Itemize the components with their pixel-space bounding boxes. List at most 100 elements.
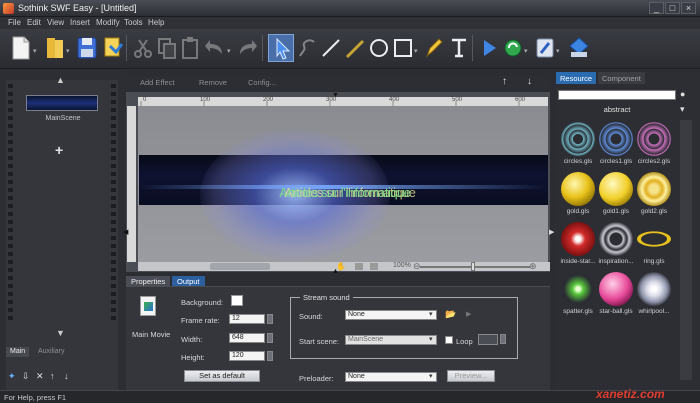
start-scene-select[interactable]: MainScene bbox=[345, 335, 437, 345]
sound-dropdown-icon[interactable]: ▾ bbox=[429, 310, 433, 318]
close-button[interactable]: × bbox=[681, 2, 696, 14]
height-input[interactable]: 120 bbox=[229, 351, 265, 361]
loop-checkbox[interactable] bbox=[445, 336, 453, 344]
refresh-icon[interactable] bbox=[500, 34, 526, 62]
config-effect-button[interactable]: Config... bbox=[248, 78, 276, 87]
preloader-dropdown-icon[interactable]: ▾ bbox=[429, 372, 433, 380]
resource-scrollbar[interactable] bbox=[680, 120, 692, 380]
pencil-line-icon[interactable] bbox=[342, 34, 368, 62]
effect-move-down-icon[interactable]: ↓ bbox=[527, 76, 532, 87]
sound-select[interactable]: None bbox=[345, 310, 437, 320]
copy-icon[interactable] bbox=[154, 34, 180, 62]
stage-top-arrow-icon[interactable]: ▼ bbox=[332, 92, 339, 99]
select-arrow-icon[interactable] bbox=[268, 34, 294, 62]
tab-main[interactable]: Main bbox=[6, 347, 30, 357]
save-icon[interactable] bbox=[74, 34, 100, 62]
refresh-dropdown-icon[interactable]: ▾ bbox=[524, 47, 528, 55]
menu-view[interactable]: View bbox=[47, 18, 64, 27]
pen-icon[interactable] bbox=[420, 34, 446, 62]
start-scene-dropdown-icon[interactable]: ▾ bbox=[429, 335, 433, 343]
loop-count-stepper[interactable] bbox=[500, 334, 506, 344]
resource-item-spatter[interactable]: spatter.gls bbox=[558, 272, 598, 320]
scene-scroll-down-icon[interactable]: ▼ bbox=[56, 328, 65, 338]
resource-item-inspiration[interactable]: inspiration... bbox=[596, 222, 636, 270]
zoom-out-icon[interactable]: ⊖ bbox=[413, 261, 421, 272]
resource-item-ring[interactable]: ring.gls bbox=[634, 222, 674, 270]
remove-effect-button[interactable]: Remove bbox=[199, 78, 227, 87]
frame-rate-stepper[interactable] bbox=[267, 314, 273, 324]
tab-auxiliary[interactable]: Auxiliary bbox=[34, 347, 68, 357]
publish-icon[interactable] bbox=[100, 34, 126, 62]
menu-edit[interactable]: Edit bbox=[27, 18, 41, 27]
import-icon[interactable]: ⇩ bbox=[22, 371, 30, 382]
resource-category[interactable]: abstract bbox=[558, 105, 676, 115]
tab-component[interactable]: Component bbox=[598, 72, 645, 84]
resource-search-input[interactable] bbox=[558, 90, 676, 100]
resource-item-gold[interactable]: gold.gls bbox=[558, 172, 598, 220]
resource-item-circles2[interactable]: circles2.gls bbox=[634, 122, 674, 170]
wizard-icon[interactable] bbox=[532, 34, 558, 62]
ellipse-icon[interactable] bbox=[366, 34, 392, 62]
move-down-icon[interactable]: ↓ bbox=[64, 371, 69, 381]
open-dropdown-icon[interactable]: ▾ bbox=[66, 47, 70, 55]
minimize-button[interactable]: _ bbox=[649, 2, 664, 14]
resource-item-circles[interactable]: circles.gls bbox=[558, 122, 598, 170]
rectangle-icon[interactable] bbox=[390, 34, 416, 62]
redo-icon[interactable] bbox=[234, 34, 260, 62]
actual-size-icon[interactable] bbox=[370, 263, 378, 270]
height-stepper[interactable] bbox=[267, 351, 273, 361]
scene-scroll-up-icon[interactable]: ▲ bbox=[56, 75, 65, 85]
search-go-icon[interactable]: ● bbox=[680, 89, 685, 99]
cut-icon[interactable] bbox=[130, 34, 156, 62]
menu-insert[interactable]: Insert bbox=[70, 18, 90, 27]
zoom-slider-handle[interactable] bbox=[471, 262, 475, 271]
category-dropdown-icon[interactable]: ▾ bbox=[680, 104, 685, 115]
new-file-icon[interactable] bbox=[8, 34, 34, 62]
menu-modify[interactable]: Modify bbox=[96, 18, 120, 27]
resource-item-circles1[interactable]: circles1.gls bbox=[596, 122, 636, 170]
resource-item-star-ball[interactable]: star-ball.gls bbox=[596, 272, 636, 320]
text-icon[interactable] bbox=[446, 34, 472, 62]
export-icon[interactable] bbox=[566, 34, 592, 62]
undo-icon[interactable] bbox=[202, 34, 228, 62]
resource-item-gold2[interactable]: gold2.gls bbox=[634, 172, 674, 220]
open-file-icon[interactable] bbox=[42, 34, 68, 62]
scene-thumbnail[interactable] bbox=[26, 95, 98, 111]
preview-button[interactable]: Preview... bbox=[447, 370, 495, 382]
add-effect-button[interactable]: Add Effect bbox=[140, 78, 174, 87]
line-icon[interactable] bbox=[318, 34, 344, 62]
move-up-icon[interactable]: ↑ bbox=[50, 371, 55, 381]
movie-text[interactable]: Articles sur l'informatique bbox=[240, 186, 450, 200]
background-color-swatch[interactable] bbox=[231, 295, 243, 306]
stage-bottom-arrow-icon[interactable]: ▲ bbox=[332, 268, 339, 275]
tab-resource[interactable]: Resource bbox=[556, 72, 597, 84]
frame-rate-input[interactable]: 12 bbox=[229, 314, 265, 324]
delete-icon[interactable]: ✕ bbox=[36, 371, 44, 382]
zoom-in-icon[interactable]: ⊕ bbox=[529, 261, 537, 272]
menu-tools[interactable]: Tools bbox=[124, 18, 143, 27]
resource-item-whirlpool[interactable]: whirlpool... bbox=[634, 272, 674, 320]
add-scene-icon[interactable]: + bbox=[55, 142, 63, 158]
width-input[interactable]: 648 bbox=[229, 333, 265, 343]
play-icon[interactable] bbox=[476, 34, 502, 62]
scrollbar-thumb[interactable] bbox=[210, 263, 270, 270]
undo-dropdown-icon[interactable]: ▾ bbox=[227, 47, 231, 55]
wizard-dropdown-icon[interactable]: ▾ bbox=[556, 47, 560, 55]
play-sound-icon[interactable]: ▶ bbox=[466, 310, 471, 318]
stage-left-arrow-icon[interactable]: ◀ bbox=[123, 228, 128, 236]
maximize-button[interactable]: □ bbox=[665, 2, 680, 14]
menu-file[interactable]: File bbox=[8, 18, 21, 27]
new-dropdown-icon[interactable]: ▾ bbox=[33, 47, 37, 55]
menu-help[interactable]: Help bbox=[148, 18, 164, 27]
resource-item-gold1[interactable]: gold1.gls bbox=[596, 172, 636, 220]
rectangle-dropdown-icon[interactable]: ▾ bbox=[414, 47, 418, 55]
tab-output[interactable]: Output bbox=[172, 276, 205, 286]
lasso-icon[interactable] bbox=[294, 34, 320, 62]
fit-view-icon[interactable] bbox=[355, 263, 363, 270]
tab-properties[interactable]: Properties bbox=[126, 276, 171, 286]
loop-count-input[interactable] bbox=[478, 334, 498, 345]
set-default-button[interactable]: Set as default bbox=[184, 370, 260, 382]
resource-item-inside-star[interactable]: inside-star... bbox=[558, 222, 598, 270]
add-element-icon[interactable]: ✦ bbox=[8, 371, 16, 382]
browse-folder-icon[interactable]: 📂 bbox=[445, 309, 456, 320]
